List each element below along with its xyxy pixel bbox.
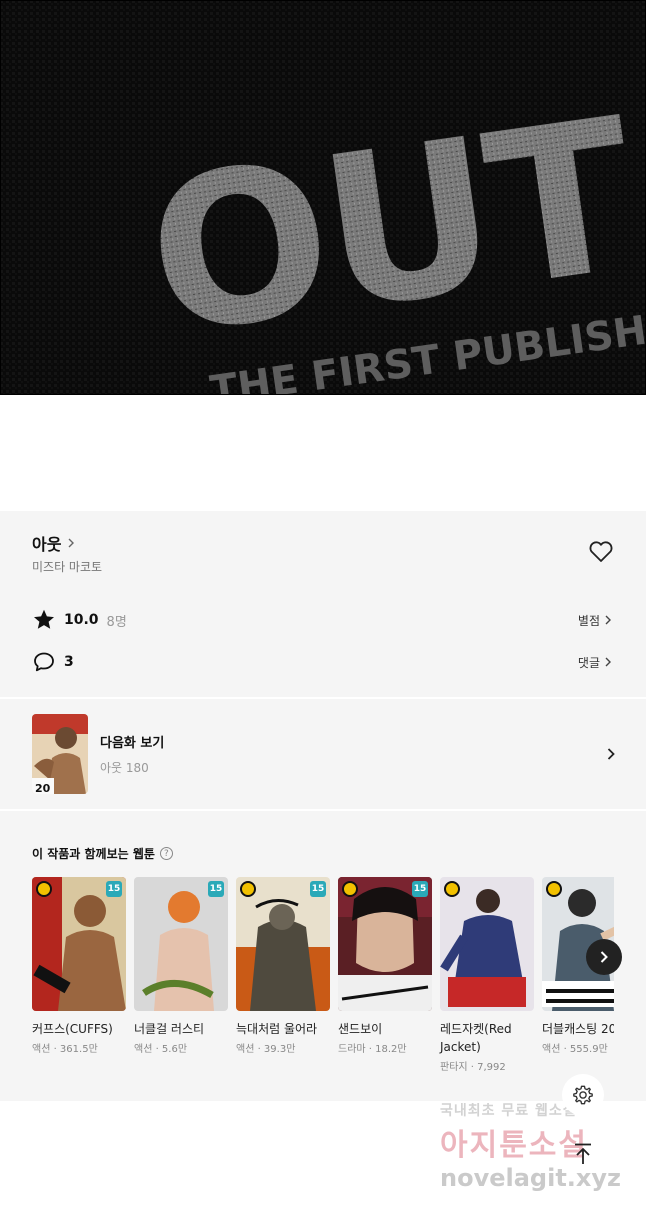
next-episode-thumbnail: 20 <box>32 714 88 794</box>
recommend-card-meta: 판타지 · 7,992 <box>440 1062 506 1073</box>
age-rating-badge: 15 <box>310 881 326 897</box>
next-episode-label: 다음화 보기 <box>100 736 165 751</box>
watermark-line-1: 국내최초 무료 웹소설 <box>440 1103 577 1119</box>
scroll-to-top-button[interactable] <box>567 1138 599 1170</box>
comments-link[interactable]: 댓글 <box>578 654 614 671</box>
rating-score: 10.0 <box>64 612 99 628</box>
recommend-card-title: 더블캐스팅 204 <box>542 1022 614 1036</box>
recommend-title: 이 작품과 함께보는 웹툰 <box>32 847 155 861</box>
chevron-right-icon <box>68 538 75 548</box>
series-title-link[interactable]: 아웃 <box>32 531 77 555</box>
watermark-line-2: 아지툰소설 <box>440 1128 588 1163</box>
gear-icon <box>573 1085 593 1105</box>
recommend-card-title: 늑대처럼 울어라 <box>236 1022 318 1036</box>
section-divider <box>0 697 646 699</box>
recommend-card-meta: 액션 · 361.5만 <box>32 1044 98 1055</box>
chevron-right-icon <box>607 748 615 760</box>
watermark-line-3: novelagit.xyz <box>440 1164 622 1192</box>
wait-free-icon <box>36 881 52 897</box>
recommend-card[interactable]: 레드자켓(Red Jacket) 판타지 · 7,992 <box>440 877 534 1073</box>
settings-button[interactable] <box>562 1074 604 1116</box>
recommend-card-title: 레드자켓(Red Jacket) <box>440 1022 512 1054</box>
svg-text:20: 20 <box>35 782 51 794</box>
recommend-card-meta: 액션 · 555.9만 <box>542 1044 608 1055</box>
age-rating-badge: 15 <box>208 881 224 897</box>
recommend-card-title: 커프스(CUFFS) <box>32 1022 113 1036</box>
recommend-cover: 15 <box>338 877 432 1011</box>
chevron-right-icon <box>605 615 611 625</box>
comments-count: 3 <box>64 654 74 670</box>
watermark: 국내최초 무료 웹소설 아지툰소설 novelagit.xyz <box>440 1100 636 1192</box>
episode-banner-image: OUT THE FIRST PUBLISHED LIST <box>0 0 646 395</box>
recommend-cover <box>440 877 534 1011</box>
series-author: 미즈타 마코토 <box>32 560 103 574</box>
age-rating-badge: 15 <box>106 881 122 897</box>
next-episode-number: 아웃 180 <box>100 761 149 775</box>
age-rating-badge: 15 <box>412 881 428 897</box>
recommend-card-meta: 액션 · 39.3만 <box>236 1044 296 1055</box>
recommend-card-title: 너클걸 러스티 <box>134 1022 205 1036</box>
rating-count: 8명 <box>106 614 127 630</box>
carousel-next-button[interactable] <box>586 939 622 975</box>
star-icon <box>34 609 54 629</box>
series-title: 아웃 <box>32 535 62 554</box>
recommend-cover: 15 <box>236 877 330 1011</box>
rating-link[interactable]: 별점 <box>578 612 614 629</box>
chevron-right-icon <box>605 657 611 667</box>
recommend-card-title: 샌드보이 <box>338 1022 383 1036</box>
recommend-card-meta: 액션 · 5.6만 <box>134 1044 188 1055</box>
next-episode-link[interactable]: 20 다음화 보기 아웃 180 <box>32 713 618 795</box>
recommend-cover: 15 <box>32 877 126 1011</box>
comment-icon <box>34 652 54 672</box>
recommend-card-meta: 드라마 · 18.2만 <box>338 1044 407 1055</box>
recommend-cover: 15 <box>134 877 228 1011</box>
arrow-up-icon <box>575 1143 591 1164</box>
section-divider <box>0 809 646 811</box>
wait-free-icon <box>444 881 460 897</box>
heart-icon[interactable] <box>588 540 614 564</box>
recommend-card[interactable]: 15 너클걸 러스티 액션 · 5.6만 <box>134 877 228 1055</box>
wait-free-icon <box>342 881 358 897</box>
series-info-panel: 아웃 미즈타 마코토 10.0 8명 별점 3 댓글 20 다음화 보기 아웃 … <box>0 511 646 1101</box>
comments-row: 3 댓글 <box>32 649 614 675</box>
rating-link-label: 별점 <box>577 613 600 628</box>
wait-free-icon <box>240 881 256 897</box>
wait-free-icon <box>546 881 562 897</box>
recommend-card[interactable]: 15 늑대처럼 울어라 액션 · 39.3만 <box>236 877 330 1055</box>
recommend-heading: 이 작품과 함께보는 웹툰 ? <box>32 845 173 862</box>
rating-row: 10.0 8명 별점 <box>32 607 614 633</box>
recommend-card[interactable]: 15 커프스(CUFFS) 액션 · 361.5만 <box>32 877 126 1055</box>
chevron-right-icon <box>600 951 608 963</box>
help-icon[interactable]: ? <box>159 847 173 860</box>
comments-link-label: 댓글 <box>577 655 600 670</box>
recommend-carousel: 15 커프스(CUFFS) 액션 · 361.5만 15 너클걸 러스티 액션 … <box>32 877 614 1087</box>
recommend-card[interactable]: 15 샌드보이 드라마 · 18.2만 <box>338 877 432 1055</box>
